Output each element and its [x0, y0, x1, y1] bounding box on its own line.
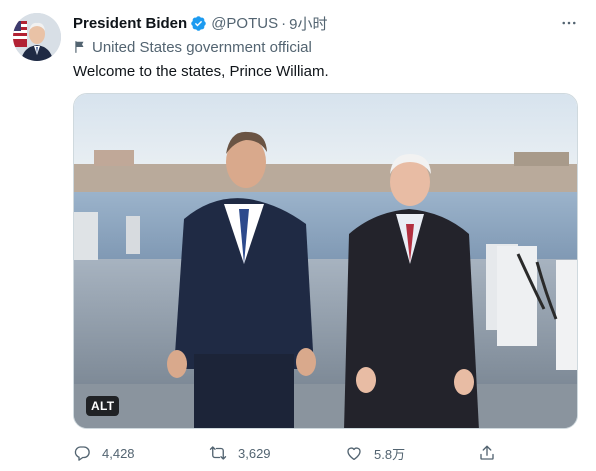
government-label-text: United States government official: [92, 38, 312, 56]
reply-count: 4,428: [102, 445, 135, 461]
more-horizontal-icon[interactable]: [558, 12, 580, 34]
avatar-image: [13, 13, 61, 61]
tweet-header: President Biden @POTUS · 9小时: [73, 12, 582, 34]
reply-icon: [74, 446, 90, 461]
tweet-media-image[interactable]: ALT: [73, 93, 578, 429]
reply-button[interactable]: 4,428: [73, 442, 135, 464]
tweet-timestamp[interactable]: 9小时: [289, 13, 327, 34]
author-handle[interactable]: @POTUS: [211, 15, 278, 32]
share-button[interactable]: [478, 442, 496, 464]
alt-text-badge[interactable]: ALT: [86, 396, 120, 416]
heart-icon: [347, 447, 361, 461]
retweet-count: 3,629: [238, 445, 271, 461]
tweet-text: Welcome to the states, Prince William.: [73, 63, 329, 80]
retweet-icon: [209, 446, 227, 460]
tweet-action-bar: 4,428 3,629 5.8万: [73, 442, 503, 464]
author-avatar[interactable]: [13, 13, 61, 61]
retweet-button[interactable]: 3,629: [209, 442, 271, 464]
share-icon: [480, 445, 494, 460]
verified-badge-icon: [190, 15, 207, 32]
author-name[interactable]: President Biden: [73, 15, 187, 32]
like-button[interactable]: 5.8万: [345, 442, 405, 464]
like-count: 5.8万: [374, 446, 406, 462]
photo-illustration: [74, 94, 577, 428]
flag-icon: [73, 40, 87, 54]
government-label[interactable]: United States government official: [73, 37, 312, 57]
separator-dot: ·: [281, 14, 287, 32]
